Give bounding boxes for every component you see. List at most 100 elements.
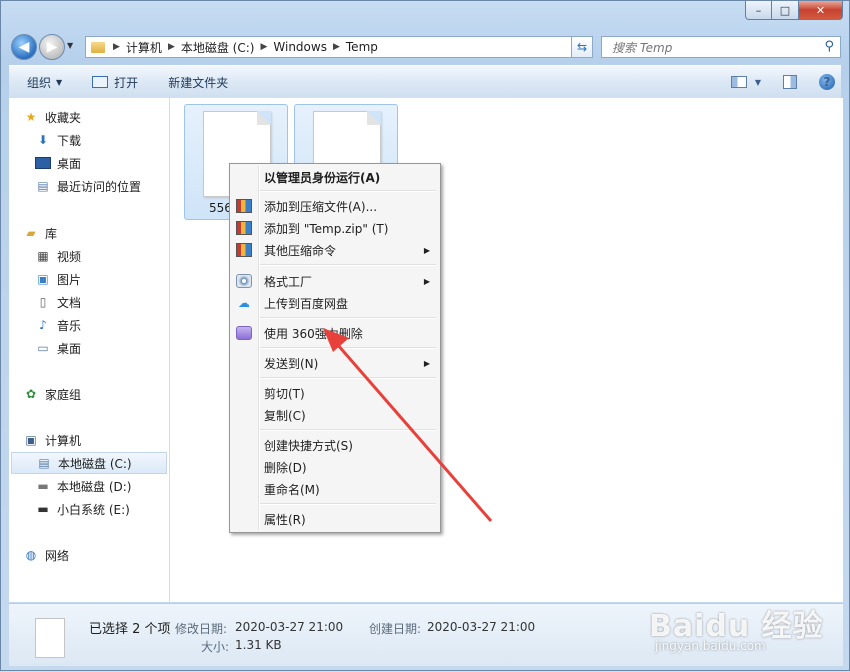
breadcrumb-label: 计算机 — [125, 40, 162, 55]
file-icon — [35, 618, 65, 658]
menu-add-zip[interactable]: 添加到 "Temp.zip" (T) — [232, 217, 438, 239]
nav-label: 文档 — [57, 295, 82, 310]
menu-baidu-upload[interactable]: ☁ 上传到百度网盘 — [232, 292, 438, 314]
menu-label: 其他压缩命令 — [264, 243, 337, 258]
menu-360-shred[interactable]: 使用 360强力删除 — [232, 322, 438, 344]
menu-label: 以管理员身份运行(A) — [264, 170, 381, 185]
menu-run-as-admin[interactable]: 以管理员身份运行(A) — [232, 166, 438, 188]
desktop-icon — [35, 156, 51, 170]
nav-computer[interactable]: ▣ 计算机 — [23, 429, 181, 451]
menu-add-archive[interactable]: 添加到压缩文件(A)... — [232, 195, 438, 217]
view-dropdown-icon[interactable]: ▼ — [755, 78, 761, 87]
menu-label: 属性(R) — [264, 512, 306, 527]
back-button[interactable]: ◀ — [11, 34, 37, 60]
created-value: 2020-03-27 21:00 — [427, 620, 536, 634]
nav-label: 桌面 — [57, 156, 82, 171]
chevron-down-icon: ▼ — [56, 77, 63, 87]
toolbar-right: ▼ ? — [717, 66, 835, 98]
close-button[interactable]: ✕ — [799, 1, 843, 20]
menu-properties[interactable]: 属性(R) — [232, 508, 438, 530]
homegroup-icon: ✿ — [25, 387, 37, 401]
winrar-icon — [236, 243, 252, 257]
drive-icon: ▬ — [37, 479, 49, 493]
organize-button[interactable]: 组织 ▼ — [27, 74, 62, 91]
nav-drive-c[interactable]: ▤ 本地磁盘 (C:) — [11, 452, 167, 474]
menu-other-compress[interactable]: 其他压缩命令 ▶ — [232, 239, 438, 261]
refresh-icon: ⇆ — [576, 40, 588, 54]
breadcrumb-item[interactable]: ▶ Temp — [329, 40, 378, 54]
recent-places-icon: ▤ — [37, 179, 49, 193]
search-icon[interactable]: ⚲ — [824, 39, 834, 54]
window-icon — [92, 76, 109, 88]
nav-network[interactable]: ◍ 网络 — [23, 544, 181, 566]
menu-format-factory[interactable]: 格式工厂 ▶ — [232, 270, 438, 292]
maximize-button[interactable]: □ — [772, 1, 799, 20]
preview-pane-icon[interactable] — [783, 75, 797, 89]
download-folder-icon: ⬇ — [37, 133, 49, 147]
nav-label: 视频 — [57, 249, 82, 264]
nav-label: 库 — [45, 226, 58, 241]
format-factory-icon — [236, 274, 252, 288]
computer-icon: ▣ — [25, 433, 37, 447]
winrar-icon — [236, 221, 252, 235]
breadcrumb-label: Temp — [345, 40, 378, 54]
menu-cut[interactable]: 剪切(T) — [232, 382, 438, 404]
menu-label: 添加到压缩文件(A)... — [264, 199, 378, 214]
picture-icon: ▣ — [37, 272, 49, 286]
breadcrumb-item[interactable]: ▶ 本地磁盘 (C:) — [164, 39, 255, 56]
size-label: 大小: — [201, 640, 230, 654]
search-input[interactable] — [610, 38, 814, 58]
menu-label: 格式工厂 — [264, 274, 313, 289]
nav-label: 收藏夹 — [45, 110, 82, 125]
modified-label: 修改日期: — [175, 622, 228, 636]
nav-label: 最近访问的位置 — [57, 179, 142, 194]
music-icon: ♪ — [39, 318, 47, 332]
forward-button[interactable]: ▶ — [39, 34, 65, 60]
change-view-icon[interactable] — [730, 76, 747, 88]
open-button[interactable]: 打开 — [92, 74, 138, 91]
search-box[interactable]: ⚲ — [601, 36, 841, 58]
document-icon: ▯ — [39, 295, 47, 309]
menu-create-shortcut[interactable]: 创建快捷方式(S) — [232, 434, 438, 456]
menu-label: 添加到 "Temp.zip" (T) — [264, 221, 389, 236]
minimize-button[interactable]: – — [745, 1, 772, 20]
menu-label: 剪切(T) — [264, 386, 305, 401]
menu-delete[interactable]: 删除(D) — [232, 456, 438, 478]
drive-icon: ▬ — [37, 502, 49, 516]
navigation-bar: ◀ ▶ ▼ ▶计算机 ▶本地磁盘 (C:) ▶Windows ▶Temp ▼ ⇆… — [9, 33, 841, 61]
address-bar[interactable]: ▶计算机 ▶本地磁盘 (C:) ▶Windows ▶Temp ▼ — [85, 36, 593, 58]
nav-label: 下载 — [57, 133, 82, 148]
menu-rename[interactable]: 重命名(M) — [232, 478, 438, 500]
help-icon[interactable]: ? — [819, 74, 835, 90]
chevron-right-icon: ▶ — [113, 42, 120, 52]
selection-count: 已选择 2 个项 — [89, 622, 171, 637]
chevron-right-icon: ▶ — [260, 42, 268, 52]
menu-separator — [260, 347, 436, 349]
menu-send-to[interactable]: 发送到(N) ▶ — [232, 352, 438, 374]
nav-label: 计算机 — [45, 433, 82, 448]
nav-libraries[interactable]: ▰ 库 — [23, 222, 181, 244]
refresh-button[interactable]: ⇆ — [571, 36, 593, 58]
winrar-icon — [236, 199, 252, 213]
breadcrumb-item[interactable]: ▶ Windows — [256, 40, 327, 54]
breadcrumb-label: 本地磁盘 (C:) — [180, 40, 255, 55]
new-folder-button[interactable]: 新建文件夹 — [168, 74, 228, 91]
nav-homegroup[interactable]: ✿ 家庭组 — [23, 383, 181, 405]
nav-label: 音乐 — [57, 318, 82, 333]
shredder-icon — [236, 326, 252, 340]
chevron-right-icon: ▶ — [332, 42, 340, 52]
nav-favorites[interactable]: ★ 收藏夹 — [23, 106, 181, 128]
nav-label: 网络 — [45, 548, 70, 563]
star-icon: ★ — [25, 110, 37, 124]
menu-separator — [260, 190, 436, 192]
submenu-arrow-icon: ▶ — [423, 276, 430, 286]
created-label: 创建日期: — [369, 622, 422, 636]
breadcrumb-item[interactable]: ▶ 计算机 — [109, 39, 162, 56]
recent-pages-dropdown[interactable]: ▼ — [67, 41, 73, 50]
menu-label: 复制(C) — [264, 408, 306, 423]
modified-value: 2020-03-27 21:00 — [235, 620, 344, 634]
breadcrumb-label: Windows — [273, 40, 327, 54]
menu-label: 删除(D) — [264, 460, 307, 475]
new-folder-label: 新建文件夹 — [168, 75, 229, 90]
menu-copy[interactable]: 复制(C) — [232, 404, 438, 426]
